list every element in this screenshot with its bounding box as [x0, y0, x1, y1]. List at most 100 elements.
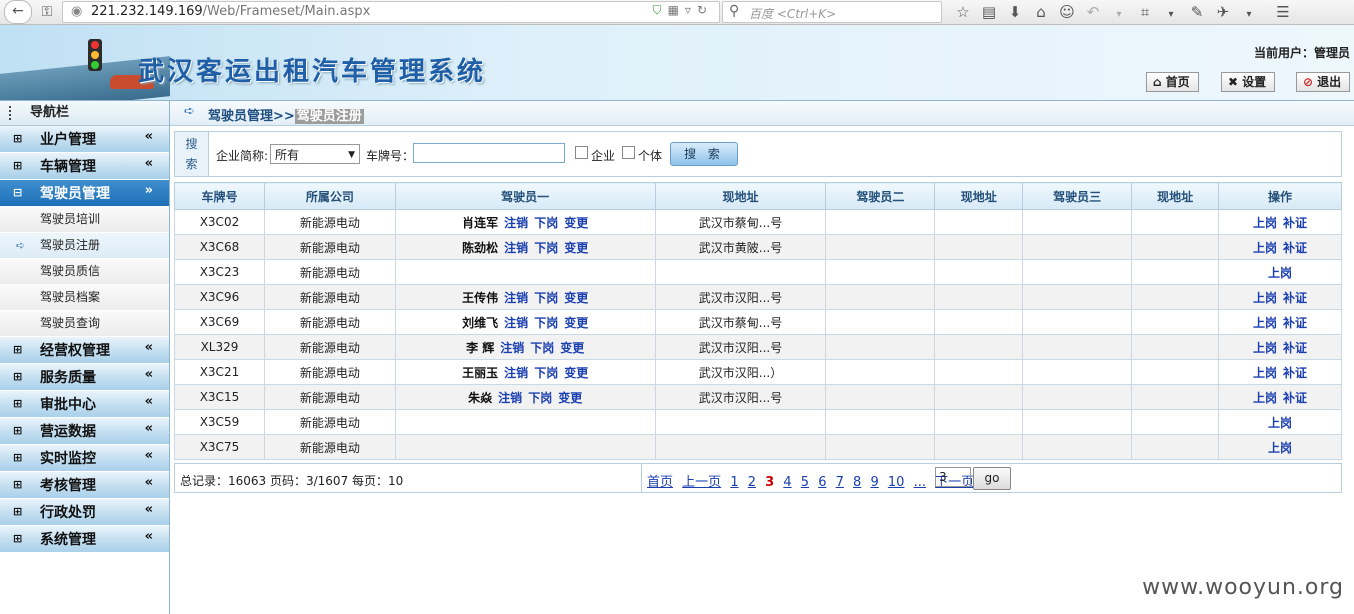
cancel-link[interactable]: 注销 — [504, 241, 528, 255]
change-link[interactable]: 变更 — [564, 316, 588, 330]
pager-ellipsis[interactable]: ... — [914, 475, 926, 490]
comment-icon[interactable]: ✎ — [1184, 2, 1210, 22]
offduty-link[interactable]: 下岗 — [534, 316, 558, 330]
plate-input[interactable] — [413, 143, 565, 163]
address-bar[interactable]: ◉ 221.232.149.169/Web/Frameset/Main.aspx… — [62, 1, 720, 23]
nav-group-system[interactable]: ⊞ 系统管理 « — [0, 526, 169, 553]
home-button[interactable]: ⌂ 首页 — [1146, 72, 1199, 92]
nav-group-franchise[interactable]: ⊞ 经营权管理 « — [0, 337, 169, 364]
undo-dropdown-icon[interactable]: ▾ — [1106, 5, 1132, 25]
pager-page[interactable]: 4 — [783, 475, 791, 490]
onduty-link[interactable]: 上岗 — [1268, 441, 1292, 455]
nav-group-driver[interactable]: ⊟ 驾驶员管理 » — [0, 180, 169, 207]
onduty-link[interactable]: 上岗 — [1253, 291, 1277, 305]
onduty-link[interactable]: 上岗 — [1253, 216, 1277, 230]
page-number-input[interactable]: 3 — [935, 467, 971, 487]
reload-icon[interactable]: ↻ — [697, 3, 713, 17]
company-select[interactable]: 所有 ▼ — [270, 144, 360, 164]
nav-sub-driver-query[interactable]: 驾驶员查询 — [0, 311, 169, 337]
cancel-link[interactable]: 注销 — [504, 216, 528, 230]
onduty-link[interactable]: 上岗 — [1253, 316, 1277, 330]
change-link[interactable]: 变更 — [560, 341, 584, 355]
pager-page[interactable]: 5 — [801, 475, 809, 490]
reissue-link[interactable]: 补证 — [1283, 216, 1307, 230]
pager-page[interactable]: 10 — [888, 475, 905, 490]
address-bar-icons[interactable]: ⛉▦▿↻ — [653, 3, 713, 18]
undo-icon[interactable]: ↶ — [1080, 2, 1106, 22]
star-icon[interactable]: ☆ — [950, 2, 976, 22]
qr-icon[interactable]: ▦ — [668, 3, 685, 17]
nav-group-operation-data[interactable]: ⊞ 营运数据 « — [0, 418, 169, 445]
offduty-link[interactable]: 下岗 — [534, 241, 558, 255]
nav-sub-driver-archive[interactable]: 驾驶员档案 — [0, 285, 169, 311]
nav-group-service-quality[interactable]: ⊞ 服务质量 « — [0, 364, 169, 391]
browser-search-box[interactable]: ⚲ 百度 <Ctrl+K> — [722, 1, 942, 23]
cancel-link[interactable]: 注销 — [504, 291, 528, 305]
offduty-link[interactable]: 下岗 — [534, 216, 558, 230]
key-icon[interactable]: ⚿ — [36, 2, 58, 22]
addon-dropdown-icon[interactable]: ▾ — [1236, 5, 1262, 25]
reissue-link[interactable]: 补证 — [1283, 241, 1307, 255]
change-link[interactable]: 变更 — [564, 366, 588, 380]
reissue-link[interactable]: 补证 — [1283, 316, 1307, 330]
reissue-link[interactable]: 补证 — [1283, 341, 1307, 355]
reading-list-icon[interactable]: ▤ — [976, 2, 1002, 22]
onduty-link[interactable]: 上岗 — [1253, 391, 1277, 405]
download-icon[interactable]: ⬇ — [1002, 2, 1028, 22]
menu-icon[interactable]: ☰ — [1270, 2, 1296, 22]
change-link[interactable]: 变更 — [564, 291, 588, 305]
pager-page[interactable]: 1 — [730, 475, 738, 490]
dropdown-icon[interactable]: ▿ — [685, 3, 697, 17]
onduty-link[interactable]: 上岗 — [1253, 341, 1277, 355]
pager-page[interactable]: 6 — [818, 475, 826, 490]
pager-page[interactable]: 7 — [836, 475, 844, 490]
pager-page[interactable]: 8 — [853, 475, 861, 490]
logout-button[interactable]: ⊘ 退出 — [1296, 72, 1351, 92]
change-link[interactable]: 变更 — [564, 241, 588, 255]
pager-first[interactable]: 首页 — [647, 475, 673, 490]
nav-sub-driver-credit[interactable]: 驾驶员质信 — [0, 259, 169, 285]
reissue-link[interactable]: 补证 — [1283, 291, 1307, 305]
shield-icon[interactable]: ⛉ — [653, 3, 668, 17]
cancel-link[interactable]: 注销 — [504, 366, 528, 380]
change-link[interactable]: 变更 — [564, 216, 588, 230]
reissue-link[interactable]: 补证 — [1283, 391, 1307, 405]
go-button[interactable]: go — [973, 467, 1011, 490]
offduty-link[interactable]: 下岗 — [534, 291, 558, 305]
reissue-link[interactable]: 补证 — [1283, 366, 1307, 380]
address1-cell — [654, 259, 827, 285]
change-link[interactable]: 变更 — [558, 391, 582, 405]
pager-prev[interactable]: 上一页 — [682, 475, 721, 490]
cancel-link[interactable]: 注销 — [504, 316, 528, 330]
onduty-link[interactable]: 上岗 — [1268, 266, 1292, 280]
nav-group-assessment[interactable]: ⊞ 考核管理 « — [0, 472, 169, 499]
nav-sub-driver-registration[interactable]: ➪ 驾驶员注册 — [0, 233, 169, 259]
crop-icon[interactable]: ⌗ — [1132, 2, 1158, 22]
pager-page[interactable]: 2 — [748, 475, 756, 490]
onduty-link[interactable]: 上岗 — [1253, 366, 1277, 380]
pager-page[interactable]: 9 — [870, 475, 878, 490]
offduty-link[interactable]: 下岗 — [528, 391, 552, 405]
onduty-link[interactable]: 上岗 — [1253, 241, 1277, 255]
home-icon[interactable]: ⌂ — [1028, 2, 1054, 22]
settings-button[interactable]: ✖ 设置 — [1221, 72, 1276, 92]
nav-group-penalty[interactable]: ⊞ 行政处罚 « — [0, 499, 169, 526]
nav-group-vehicle[interactable]: ⊞ 车辆管理 « — [0, 153, 169, 180]
onduty-link[interactable]: 上岗 — [1268, 416, 1292, 430]
addon-icon[interactable]: ✈ — [1210, 2, 1236, 22]
cancel-link[interactable]: 注销 — [500, 341, 524, 355]
search-button[interactable]: 搜 索 — [670, 142, 738, 166]
individual-checkbox[interactable] — [622, 146, 635, 159]
chat-icon[interactable]: ☺ — [1054, 2, 1080, 22]
nav-group-approval[interactable]: ⊞ 审批中心 « — [0, 391, 169, 418]
nav-sub-driver-training[interactable]: 驾驶员培训 — [0, 207, 169, 233]
back-button[interactable]: ← — [4, 0, 32, 24]
breadcrumb-parent[interactable]: 驾驶员管理>> — [208, 109, 295, 124]
offduty-link[interactable]: 下岗 — [534, 366, 558, 380]
crop-dropdown-icon[interactable]: ▾ — [1158, 5, 1184, 25]
company-checkbox[interactable] — [575, 146, 588, 159]
nav-group-monitoring[interactable]: ⊞ 实时监控 « — [0, 445, 169, 472]
offduty-link[interactable]: 下岗 — [530, 341, 554, 355]
cancel-link[interactable]: 注销 — [498, 391, 522, 405]
nav-group-business[interactable]: ⊞ 业户管理 « — [0, 126, 169, 153]
